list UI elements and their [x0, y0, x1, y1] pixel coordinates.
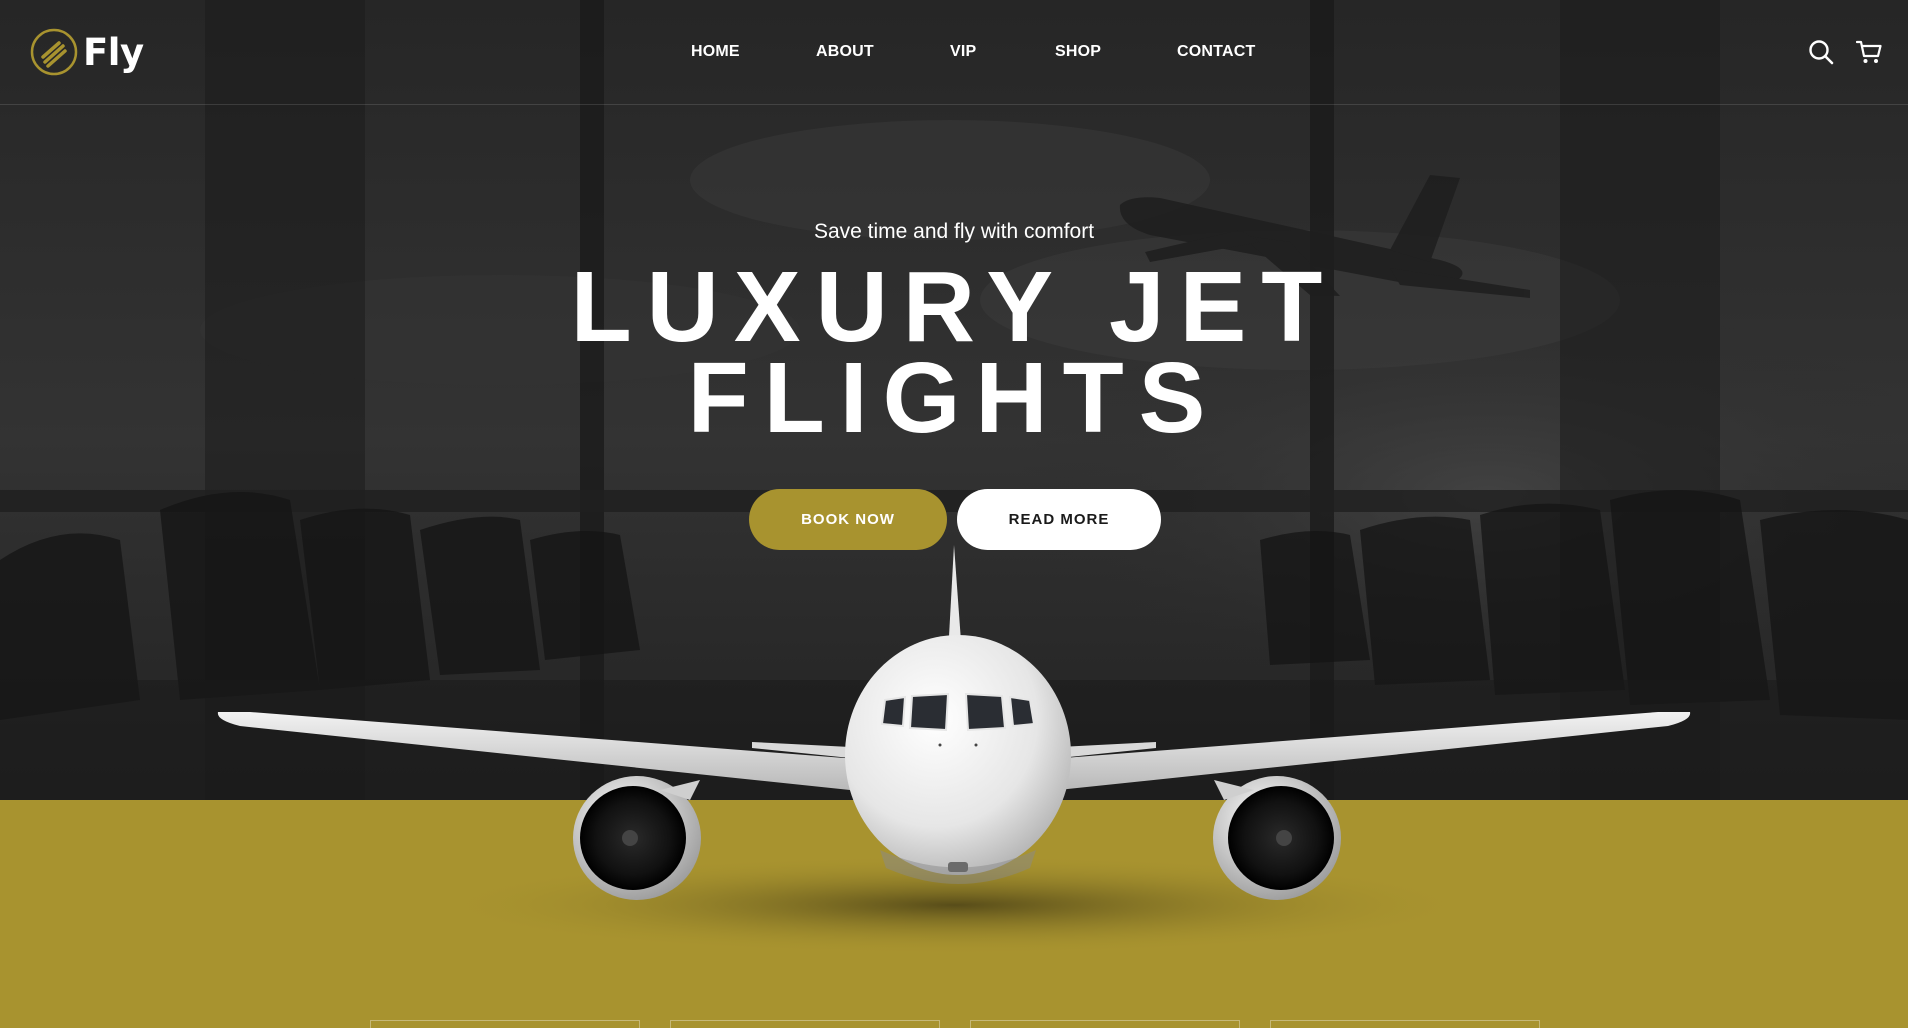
hero-headline: LUXURY JET FLIGHTS	[0, 251, 1908, 454]
nav-item-shop[interactable]: SHOP	[1055, 43, 1101, 61]
nav-item-home[interactable]: HOME	[691, 43, 740, 61]
headline-line-1: LUXURY JET	[570, 251, 1338, 363]
accent-band	[0, 800, 1908, 1028]
nav-item-about[interactable]: ABOUT	[816, 43, 874, 61]
book-now-button[interactable]: BOOK NOW	[749, 489, 947, 550]
cart-icon	[1856, 40, 1882, 63]
nav-item-vip[interactable]: VIP	[950, 43, 976, 61]
read-more-button[interactable]: READ MORE	[957, 489, 1161, 550]
main-nav: HOME ABOUT VIP SHOP CONTACT	[0, 40, 1908, 64]
search-button[interactable]	[1806, 37, 1836, 67]
search-icon	[1809, 40, 1834, 65]
cart-button[interactable]	[1854, 37, 1884, 67]
card-stub	[1270, 1020, 1540, 1028]
nav-item-contact[interactable]: CONTACT	[1177, 43, 1255, 61]
headline-line-2: FLIGHTS	[687, 342, 1221, 454]
card-stub	[970, 1020, 1240, 1028]
header-icons	[1806, 37, 1884, 67]
card-stub	[370, 1020, 640, 1028]
card-stub	[670, 1020, 940, 1028]
site-header: Fly HOME ABOUT VIP SHOP CONTACT	[0, 0, 1908, 105]
hero-tagline: Save time and fly with comfort	[813, 220, 1095, 243]
